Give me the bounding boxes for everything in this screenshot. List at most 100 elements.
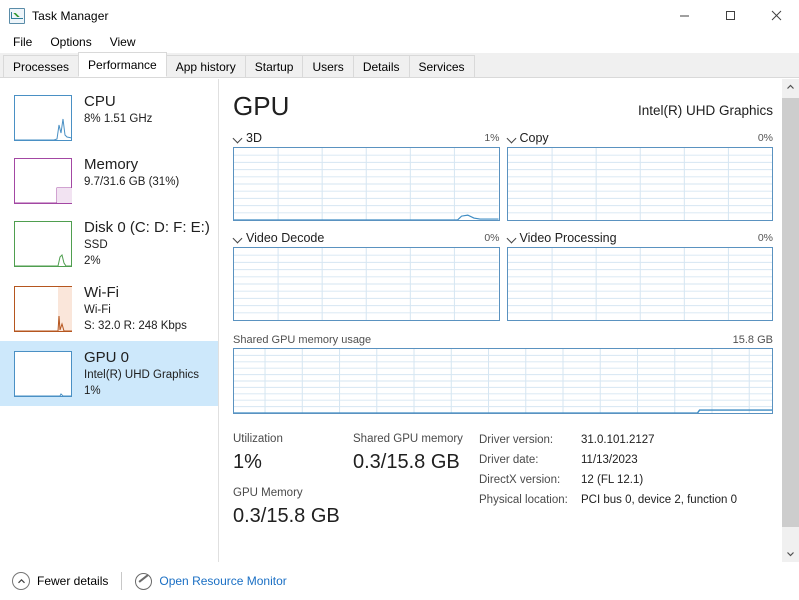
sidebar-item-gpu-text: GPU 0 Intel(R) UHD Graphics 1% [84,348,199,399]
graph-copy-label: Copy [519,131,549,145]
chevron-down-icon[interactable] [507,233,517,243]
tab-services[interactable]: Services [408,55,475,77]
scrollbar-thumb[interactable] [782,98,799,527]
sidebar-item-gpu-sub1: Intel(R) UHD Graphics [84,369,200,381]
vertical-scrollbar[interactable] [782,79,799,562]
chevron-down-icon[interactable] [233,133,243,143]
disk-mini-graph [14,221,72,267]
window-controls [661,0,799,31]
fewer-details-label: Fewer details [37,574,109,588]
scroll-up-arrow-icon[interactable] [782,79,799,96]
tab-processes[interactable]: Processes [3,55,80,77]
sidebar-item-memory-text: Memory 9.7/31.6 GB (31%) [84,155,179,190]
sidebar-item-cpu[interactable]: CPU 8% 1.51 GHz [0,85,218,148]
menu-item-view[interactable]: View [105,33,145,51]
directx-version-key: DirectX version: [479,474,561,486]
sidebar-item-wifi-sub2: S: 32.0 R: 248 Kbps [84,320,187,332]
open-resource-monitor-link[interactable]: Open Resource Monitor [135,572,287,590]
utilization-label: Utilization [233,433,283,445]
gpu-memory-label: GPU Memory [233,487,303,499]
graph-video-decode-value: 0% [484,232,500,244]
sidebar-item-cpu-title: CPU [84,93,116,110]
content-body: CPU 8% 1.51 GHz Memory 9.7/31.6 GB (31%) [0,78,799,562]
menu-item-options[interactable]: Options [45,33,100,51]
maximize-button[interactable] [707,0,753,31]
sidebar-item-gpu[interactable]: GPU 0 Intel(R) UHD Graphics 1% [0,341,218,406]
sidebar-item-disk-sub1: SSD [84,239,108,251]
shared-memory-graph-label: Shared GPU memory usage [233,333,372,346]
sidebar-item-memory-title: Memory [84,156,139,173]
sidebar-item-disk[interactable]: Disk 0 (C: D: F: E:) SSD 2% [0,211,218,276]
tab-startup[interactable]: Startup [244,55,304,77]
gpu-info-table: Driver version: 31.0.101.2127 Driver dat… [479,430,737,538]
sidebar-item-disk-title: Disk 0 (C: D: F: E:) [84,219,210,236]
sidebar-item-wifi[interactable]: Wi-Fi Wi-Fi S: 32.0 R: 248 Kbps [0,276,218,341]
scrollbar-track[interactable] [782,96,799,545]
graph-copy [506,147,773,221]
shared-memory-label: Shared GPU memory [353,433,463,445]
sidebar-item-gpu-title: GPU 0 [84,349,130,366]
graph-video-processing-label-row: Video Processing 0% [507,229,774,247]
info-row-driver-version: Driver version: 31.0.101.2127 [479,430,737,450]
tab-details[interactable]: Details [352,55,410,77]
tab-strip: Processes Performance App history Startu… [0,52,799,78]
scroll-down-arrow-icon[interactable] [782,545,799,562]
graph-3d [233,147,500,221]
sidebar-item-cpu-text: CPU 8% 1.51 GHz [84,92,152,127]
graph-3d-label-group[interactable]: 3D [233,131,262,145]
tab-performance[interactable]: Performance [78,52,167,77]
task-manager-icon [9,7,25,24]
shared-memory-block: Shared GPU memory usage 15.8 GB [233,331,799,414]
task-manager-window: Task Manager File Options View Processes… [0,0,799,600]
physical-location-value: PCI bus 0, device 2, function 0 [581,494,737,506]
graph-block-3d: 3D 1% [233,129,500,221]
utilization-value: 1% [233,451,262,473]
gpu-detail-panel: GPU Intel(R) UHD Graphics 3D 1% Copy 0% … [219,79,799,562]
sidebar-item-gpu-sub2: 1% [84,385,101,397]
graph-copy-label-group[interactable]: Copy [507,131,549,145]
fewer-details-button[interactable]: Fewer details [12,572,108,590]
graph-row-top: 3D 1% Copy 0% [233,129,799,221]
driver-version-value: 31.0.101.2127 [581,434,655,446]
status-separator [121,572,123,590]
graph-shared-memory [233,348,773,414]
info-row-directx-version: DirectX version: 12 (FL 12.1) [479,470,737,490]
sidebar-item-memory[interactable]: Memory 9.7/31.6 GB (31%) [0,148,218,211]
graph-video-decode-label-group[interactable]: Video Decode [233,231,324,245]
tab-users[interactable]: Users [302,55,354,77]
graph-3d-label: 3D [246,131,262,145]
physical-location-key: Physical location: [479,494,568,506]
sidebar-item-disk-sub2: 2% [84,255,101,267]
graph-video-processing-label: Video Processing [519,231,617,245]
resource-monitor-icon [135,572,153,590]
graph-video-decode-label-row: Video Decode 0% [233,229,500,247]
graph-copy-label-row: Copy 0% [507,129,774,147]
graph-3d-value: 1% [484,132,500,144]
directx-version-value: 12 (FL 12.1) [581,474,644,486]
graph-block-video-processing: Video Processing 0% [506,229,774,321]
close-button[interactable] [753,0,799,31]
chevron-down-icon[interactable] [233,233,243,243]
graph-video-processing-label-group[interactable]: Video Processing [507,231,617,245]
chevron-up-circle-icon [12,572,30,590]
open-resource-monitor-label: Open Resource Monitor [159,574,287,588]
graph-3d-label-row: 3D 1% [233,129,500,147]
resource-sidebar: CPU 8% 1.51 GHz Memory 9.7/31.6 GB (31%) [0,79,219,562]
menu-item-file[interactable]: File [8,33,41,51]
graph-copy-value: 0% [757,132,773,144]
tab-app-history[interactable]: App history [165,55,246,77]
info-row-physical-location: Physical location: PCI bus 0, device 2, … [479,490,737,510]
sidebar-item-wifi-text: Wi-Fi Wi-Fi S: 32.0 R: 248 Kbps [84,283,187,334]
graph-block-copy: Copy 0% [506,129,774,221]
stat-utilization-memory: Utilization 1% GPU Memory 0.3/15.8 GB [233,430,353,538]
wifi-mini-graph [14,286,72,332]
sidebar-item-memory-sub1: 9.7/31.6 GB (31%) [84,176,180,188]
status-bar: Fewer details Open Resource Monitor [0,562,799,600]
gpu-memory-value: 0.3/15.8 GB [233,505,340,527]
sidebar-item-wifi-sub1: Wi-Fi [84,304,111,316]
cpu-mini-graph [14,95,72,141]
minimize-button[interactable] [661,0,707,31]
chevron-down-icon[interactable] [507,133,517,143]
menu-bar: File Options View [0,31,799,53]
shared-memory-label-row: Shared GPU memory usage 15.8 GB [233,331,799,348]
